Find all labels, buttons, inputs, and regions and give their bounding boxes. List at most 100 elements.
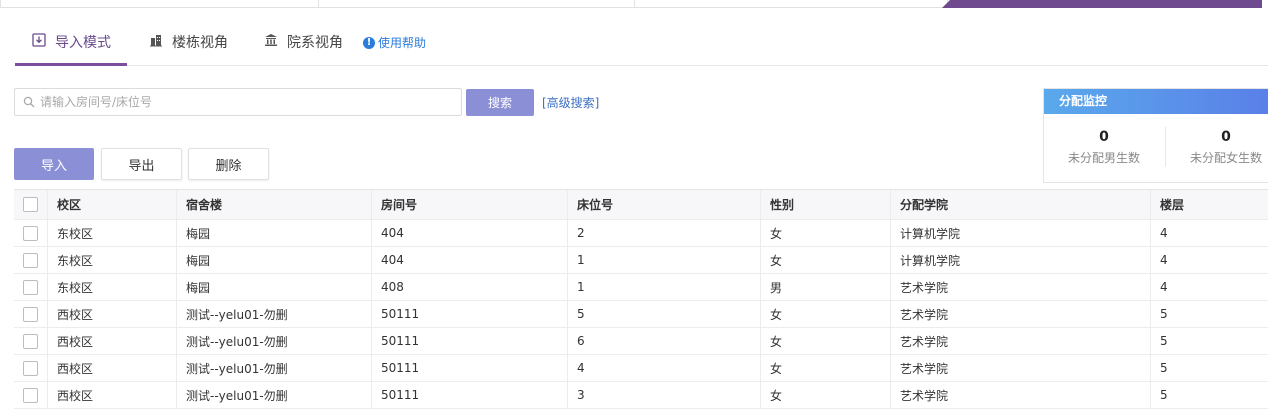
- cell-dormitory: 测试--yelu01-勿删: [176, 328, 371, 354]
- view-tabs: 导入模式 楼栋视角 院系视角 ! 使用帮助: [15, 24, 1268, 66]
- cell-room: 408: [371, 274, 567, 300]
- column-header-bed[interactable]: 床位号: [567, 190, 760, 219]
- search-box: [14, 88, 462, 116]
- cell-dormitory: 测试--yelu01-勿删: [176, 355, 371, 381]
- column-header-dormitory[interactable]: 宿舍楼: [176, 190, 371, 219]
- tab-department-view[interactable]: 院系视角: [263, 24, 363, 66]
- cell-bed: 1: [567, 274, 760, 300]
- row-checkbox[interactable]: [23, 225, 38, 241]
- row-checkbox-cell: [14, 274, 47, 300]
- cell-room: 50111: [371, 355, 567, 381]
- search-icon: [23, 93, 35, 112]
- step-segment: [0, 0, 320, 8]
- cell-bed: 3: [567, 382, 760, 408]
- row-checkbox[interactable]: [23, 306, 38, 322]
- unallocated-male-stat: 0 未分配男生数: [1044, 129, 1164, 166]
- step-segment: [318, 0, 636, 8]
- cell-college: 艺术学院: [890, 328, 1150, 354]
- cell-floor: 5: [1150, 328, 1268, 354]
- cell-dormitory: 梅园: [176, 274, 371, 300]
- cell-room: 404: [371, 220, 567, 246]
- cell-campus: 东校区: [47, 274, 176, 300]
- search-input[interactable]: [40, 95, 440, 109]
- cell-bed: 6: [567, 328, 760, 354]
- help-link[interactable]: ! 使用帮助: [363, 34, 426, 51]
- table-body: 东校区 梅园 404 2 女计算机学院 4 东校区 梅园 404 1 女计算机学院 4 东校区 梅园 408…: [14, 220, 1268, 409]
- unallocated-male-label: 未分配男生数: [1067, 151, 1140, 165]
- step-segment-active: [942, 0, 1262, 8]
- tab-label: 院系视角: [287, 35, 343, 51]
- cell-floor: 4: [1150, 220, 1268, 246]
- cell-room: 50111: [371, 301, 567, 327]
- allocation-monitor-panel: 分配监控 0 未分配男生数 0 未分配女生数: [1043, 88, 1268, 183]
- cell-gender: 女: [760, 247, 890, 273]
- step-segment: [634, 0, 948, 8]
- cell-dormitory: 测试--yelu01-勿删: [176, 301, 371, 327]
- cell-bed: 2: [567, 220, 760, 246]
- cell-campus: 西校区: [47, 328, 176, 354]
- cell-campus: 西校区: [47, 382, 176, 408]
- cell-college: 计算机学院: [890, 247, 1150, 273]
- row-checkbox[interactable]: [23, 333, 38, 349]
- cell-floor: 5: [1150, 382, 1268, 408]
- building-icon: [148, 32, 164, 48]
- row-checkbox-cell: [14, 220, 47, 246]
- unallocated-female-label: 未分配女生数: [1189, 151, 1262, 165]
- table-row[interactable]: 西校区 测试--yelu01-勿删 50111 5 女艺术学院 5: [14, 301, 1268, 328]
- row-checkbox[interactable]: [23, 252, 38, 268]
- table-row[interactable]: 东校区 梅园 404 1 女计算机学院 4: [14, 247, 1268, 274]
- import-button[interactable]: 导入: [14, 148, 94, 180]
- export-button[interactable]: 导出: [101, 148, 182, 180]
- cell-college: 艺术学院: [890, 382, 1150, 408]
- cell-floor: 5: [1150, 355, 1268, 381]
- cell-floor: 4: [1150, 247, 1268, 273]
- row-checkbox[interactable]: [23, 279, 38, 295]
- delete-button[interactable]: 删除: [188, 148, 269, 180]
- row-checkbox-cell: [14, 301, 47, 327]
- column-header-gender[interactable]: 性别: [760, 190, 890, 219]
- cell-room: 404: [371, 247, 567, 273]
- bed-allocation-table: 校区 宿舍楼 房间号 床位号 性别 分配学院 楼层 东校区 梅园 404 2 女计算机学…: [14, 189, 1268, 409]
- monitor-title: 分配监控: [1044, 89, 1268, 114]
- cell-dormitory: 梅园: [176, 220, 371, 246]
- cell-floor: 5: [1150, 301, 1268, 327]
- column-header-floor[interactable]: 楼层: [1150, 190, 1268, 219]
- table-row[interactable]: 东校区 梅园 408 1 男艺术学院 4: [14, 274, 1268, 301]
- cell-gender: 男: [760, 274, 890, 300]
- header-checkbox-cell: [14, 190, 47, 219]
- table-row[interactable]: 东校区 梅园 404 2 女计算机学院 4: [14, 220, 1268, 247]
- table-row[interactable]: 西校区 测试--yelu01-勿删 50111 6 女艺术学院 5: [14, 328, 1268, 355]
- column-header-campus[interactable]: 校区: [47, 190, 176, 219]
- cell-dormitory: 测试--yelu01-勿删: [176, 382, 371, 408]
- cell-gender: 女: [760, 382, 890, 408]
- row-checkbox[interactable]: [23, 387, 38, 403]
- cell-campus: 西校区: [47, 301, 176, 327]
- cell-room: 50111: [371, 328, 567, 354]
- column-header-room[interactable]: 房间号: [371, 190, 567, 219]
- select-all-checkbox[interactable]: [23, 197, 38, 212]
- table-row[interactable]: 西校区 测试--yelu01-勿删 50111 3 女艺术学院 5: [14, 382, 1268, 409]
- row-checkbox[interactable]: [23, 360, 38, 376]
- institution-icon: [263, 32, 279, 48]
- tab-import-mode[interactable]: 导入模式: [15, 24, 127, 66]
- cell-college: 艺术学院: [890, 274, 1150, 300]
- column-header-college[interactable]: 分配学院: [890, 190, 1150, 219]
- row-checkbox-cell: [14, 355, 47, 381]
- table-row[interactable]: 西校区 测试--yelu01-勿删 50111 4 女艺术学院 5: [14, 355, 1268, 382]
- info-icon: !: [363, 36, 375, 49]
- import-icon: [31, 32, 47, 48]
- cell-gender: 女: [760, 301, 890, 327]
- row-checkbox-cell: [14, 247, 47, 273]
- table-header-row: 校区 宿舍楼 房间号 床位号 性别 分配学院 楼层: [14, 190, 1268, 220]
- cell-campus: 西校区: [47, 355, 176, 381]
- unallocated-female-stat: 0 未分配女生数: [1166, 129, 1268, 166]
- cell-campus: 东校区: [47, 247, 176, 273]
- tab-building-view[interactable]: 楼栋视角: [148, 24, 248, 66]
- tab-label: 楼栋视角: [172, 35, 228, 51]
- search-button[interactable]: 搜索: [466, 89, 534, 116]
- row-checkbox-cell: [14, 328, 47, 354]
- cell-bed: 4: [567, 355, 760, 381]
- advanced-search-link[interactable]: [高级搜索]: [542, 94, 599, 111]
- help-label: 使用帮助: [378, 36, 427, 50]
- cell-college: 艺术学院: [890, 301, 1150, 327]
